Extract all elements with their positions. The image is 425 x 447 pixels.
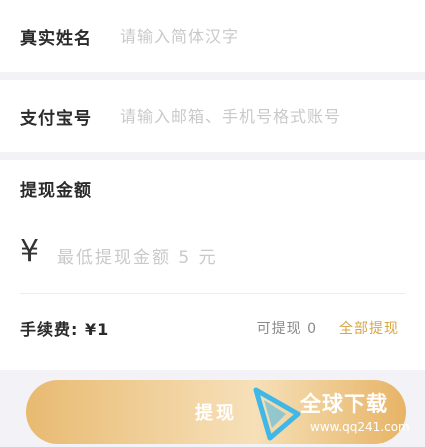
alipay-input[interactable]	[120, 106, 410, 126]
divider	[20, 293, 405, 294]
name-field-card: 真实姓名	[0, 0, 425, 72]
watermark-text: 全球下载	[300, 392, 388, 416]
name-label: 真实姓名	[20, 28, 92, 49]
alipay-field-row: 支付宝号	[0, 80, 425, 152]
amount-input[interactable]	[57, 248, 387, 268]
amount-title: 提现金额	[20, 181, 92, 201]
currency-symbol: ¥	[20, 234, 40, 269]
name-field-row: 真实姓名	[0, 0, 425, 72]
watermark: 全球下载 www.qq241.com	[250, 384, 422, 444]
watermark-url: www.qq241.com	[310, 420, 410, 434]
amount-card: 提现金额 ¥ 手续费: ¥1 可提现 0 全部提现	[0, 160, 425, 370]
triangle-logo-icon	[253, 387, 301, 441]
withdraw-all-link[interactable]: 全部提现	[339, 318, 399, 338]
alipay-field-card: 支付宝号	[0, 80, 425, 152]
available-balance: 可提现 0	[256, 321, 317, 337]
name-input[interactable]	[120, 26, 410, 46]
fee-text: 手续费: ¥1	[20, 320, 110, 339]
alipay-label: 支付宝号	[20, 108, 92, 129]
